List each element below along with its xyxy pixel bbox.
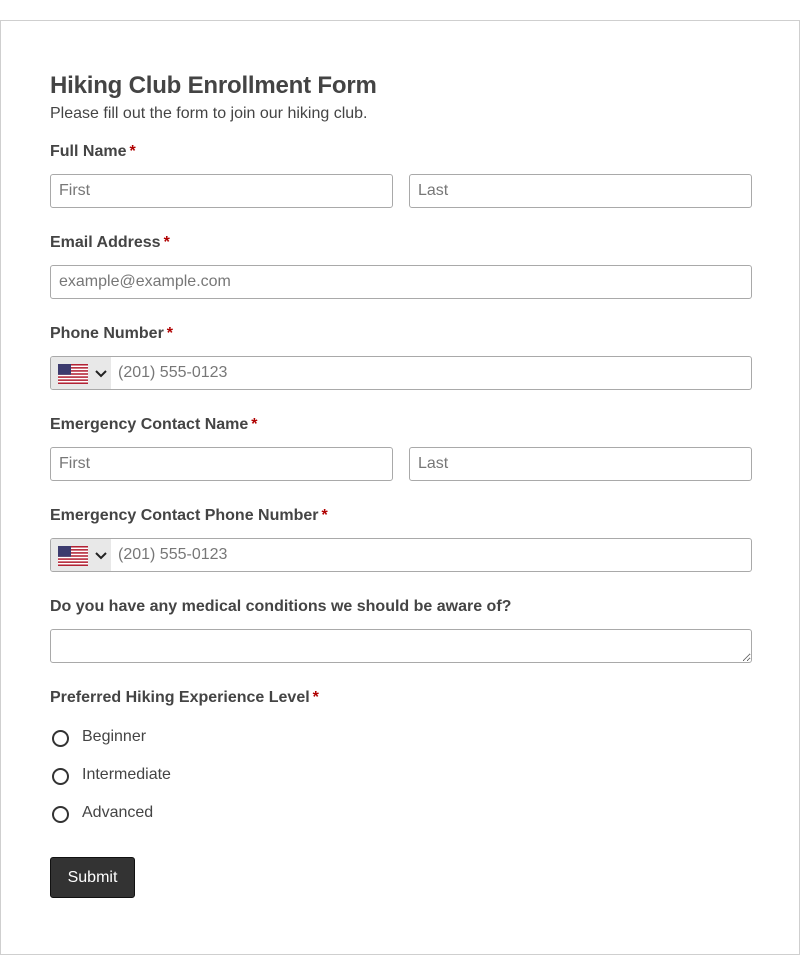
- phone-label-text: Phone Number: [50, 325, 164, 342]
- medical-label-text: Do you have any medical conditions we sh…: [50, 598, 512, 615]
- form-title: Hiking Club Enrollment Form: [50, 72, 377, 99]
- phone-input[interactable]: [111, 357, 751, 389]
- radio-option-intermediate[interactable]: Intermediate: [50, 764, 350, 788]
- emergency-phone-input[interactable]: [111, 539, 751, 571]
- required-marker: *: [129, 143, 136, 160]
- radio-button[interactable]: [52, 730, 69, 747]
- phone-field: [50, 356, 752, 390]
- us-flag-icon: [58, 546, 88, 566]
- emergency-phone-country-select[interactable]: [51, 539, 111, 571]
- emergency-phone-label: Emergency Contact Phone Number *: [50, 507, 328, 525]
- full-name-first-input[interactable]: [50, 174, 393, 208]
- required-marker: *: [312, 689, 319, 706]
- radio-button[interactable]: [52, 806, 69, 823]
- emergency-name-last-input[interactable]: [409, 447, 752, 481]
- chevron-down-icon: [95, 552, 107, 560]
- radio-option-advanced[interactable]: Advanced: [50, 802, 350, 826]
- radio-label: Intermediate: [82, 766, 171, 783]
- full-name-last-input[interactable]: [409, 174, 752, 208]
- phone-country-select[interactable]: [51, 357, 111, 389]
- radio-button[interactable]: [52, 768, 69, 785]
- required-marker: *: [321, 507, 328, 524]
- phone-label: Phone Number *: [50, 325, 173, 343]
- radio-label: Beginner: [82, 728, 147, 745]
- required-marker: *: [163, 234, 170, 251]
- emergency-name-first-input[interactable]: [50, 447, 393, 481]
- required-marker: *: [166, 325, 174, 342]
- chevron-down-icon: [95, 370, 107, 378]
- emergency-name-label: Emergency Contact Name *: [50, 416, 258, 434]
- medical-textarea[interactable]: [50, 629, 752, 663]
- submit-button[interactable]: Submit: [50, 857, 135, 898]
- emergency-phone-field: [50, 538, 752, 572]
- email-input[interactable]: [50, 265, 752, 299]
- us-flag-icon: [58, 364, 88, 384]
- radio-option-beginner[interactable]: Beginner: [50, 726, 350, 750]
- radio-label: Advanced: [82, 804, 154, 821]
- experience-label-text: Preferred Hiking Experience Level: [50, 689, 310, 706]
- form-subtitle: Please fill out the form to join our hik…: [50, 105, 368, 122]
- experience-label: Preferred Hiking Experience Level *: [50, 689, 319, 707]
- enrollment-form: Hiking Club Enrollment Form Please fill …: [0, 20, 800, 955]
- email-label: Email Address *: [50, 234, 170, 252]
- email-label-text: Email Address: [50, 234, 161, 251]
- required-marker: *: [251, 416, 258, 433]
- medical-label: Do you have any medical conditions we sh…: [50, 598, 511, 616]
- full-name-label: Full Name *: [50, 143, 136, 161]
- emergency-name-label-text: Emergency Contact Name: [50, 416, 249, 433]
- full-name-label-text: Full Name: [50, 143, 127, 160]
- emergency-phone-label-text: Emergency Contact Phone Number: [50, 507, 319, 524]
